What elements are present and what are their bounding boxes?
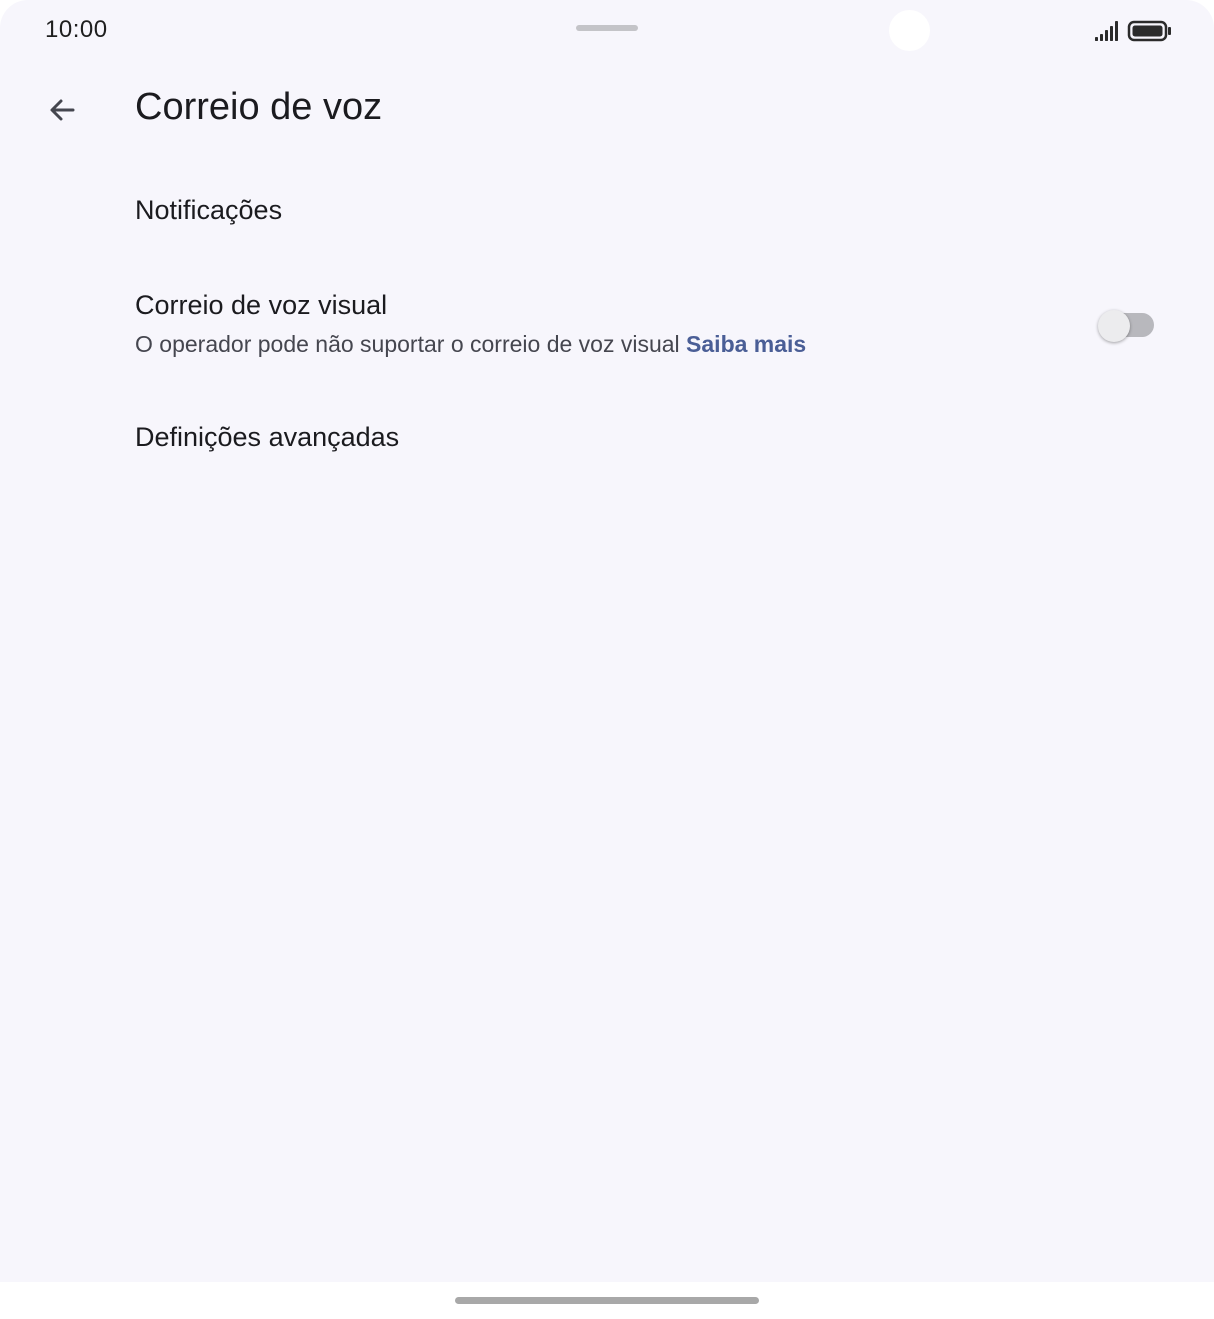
back-button[interactable] [36,84,88,136]
switch-thumb [1098,310,1130,342]
pref-visual-voicemail-title: Correio de voz visual [135,290,388,320]
status-time: 10:00 [45,16,108,43]
signal-icon [1095,21,1118,41]
pref-visual-voicemail-summary: O operador pode não suportar o correio d… [135,331,806,358]
learn-more-link[interactable]: Saiba mais [686,331,806,357]
visual-voicemail-switch[interactable] [1098,310,1156,342]
arrow-back-icon [50,99,75,121]
page-title: Correio de voz [135,86,383,128]
pref-advanced-settings-title: Definições avançadas [135,422,400,452]
pref-notifications-title: Notificações [135,195,283,225]
drag-handle[interactable] [576,25,638,31]
settings-screen: 10:00 Correio de voz Notificações Correi… [0,0,1214,1282]
camera-cutout [889,10,930,51]
gesture-navigation-bar[interactable] [455,1297,759,1304]
battery-icon [1127,20,1171,42]
summary-text: O operador pode não suportar o correio d… [135,331,680,357]
pref-visual-voicemail[interactable]: Correio de voz visual O operador pode nã… [0,270,1214,382]
pref-advanced-settings[interactable]: Definições avançadas [0,400,1214,480]
pref-notifications[interactable]: Notificações [0,172,1214,252]
